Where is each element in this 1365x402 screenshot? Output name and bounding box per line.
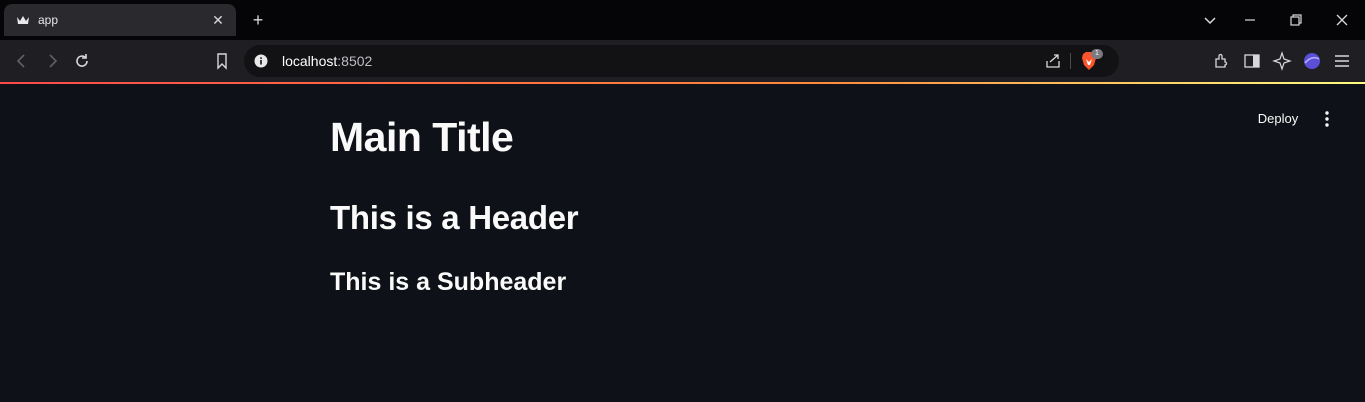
url-host: localhost: [282, 53, 338, 69]
address-bar[interactable]: localhost:8502 1: [244, 45, 1119, 77]
forward-icon[interactable]: [42, 51, 62, 71]
close-tab-icon[interactable]: ✕: [210, 12, 226, 28]
tab-search-chevron-icon[interactable]: [1200, 10, 1220, 30]
deploy-button[interactable]: Deploy: [1250, 108, 1306, 130]
main-menu-kebab-icon[interactable]: [1318, 108, 1336, 130]
tab-app[interactable]: app ✕: [4, 4, 236, 36]
hamburger-menu-icon[interactable]: [1332, 51, 1352, 71]
sidebar-icon[interactable]: [1242, 51, 1262, 71]
streamlit-crown-icon: [17, 16, 29, 24]
browser-toolbar: localhost:8502 1: [0, 40, 1365, 82]
back-icon[interactable]: [12, 51, 32, 71]
close-window-icon[interactable]: [1332, 10, 1352, 30]
page-subheader: This is a Subheader: [330, 268, 567, 296]
share-icon[interactable]: [1044, 52, 1062, 70]
shields-badge-count: 1: [1091, 49, 1103, 59]
leo-ai-icon[interactable]: [1272, 51, 1292, 71]
bookmark-icon[interactable]: [212, 51, 232, 71]
restore-icon[interactable]: [1286, 10, 1306, 30]
vpn-icon[interactable]: [1302, 51, 1322, 71]
new-tab-button[interactable]: +: [248, 10, 268, 30]
omnibox-divider: [1070, 53, 1071, 69]
site-info-icon[interactable]: [254, 54, 268, 68]
tab-strip: app ✕ +: [0, 0, 1365, 40]
minimize-icon[interactable]: [1240, 10, 1260, 30]
url-port: :8502: [337, 53, 373, 69]
url-text[interactable]: localhost:8502: [282, 53, 372, 69]
tab-title: app: [38, 13, 59, 27]
extensions-icon[interactable]: [1212, 51, 1232, 71]
reload-icon[interactable]: [72, 51, 92, 71]
page-header: This is a Header: [330, 199, 579, 236]
app-viewport: Deploy: [0, 84, 1365, 402]
browser-window: app ✕ + localhost:8502 1 Deploy Main Tit…: [0, 0, 1365, 402]
brave-shields-button[interactable]: 1: [1080, 49, 1108, 71]
main-title: Main Title: [330, 114, 514, 160]
